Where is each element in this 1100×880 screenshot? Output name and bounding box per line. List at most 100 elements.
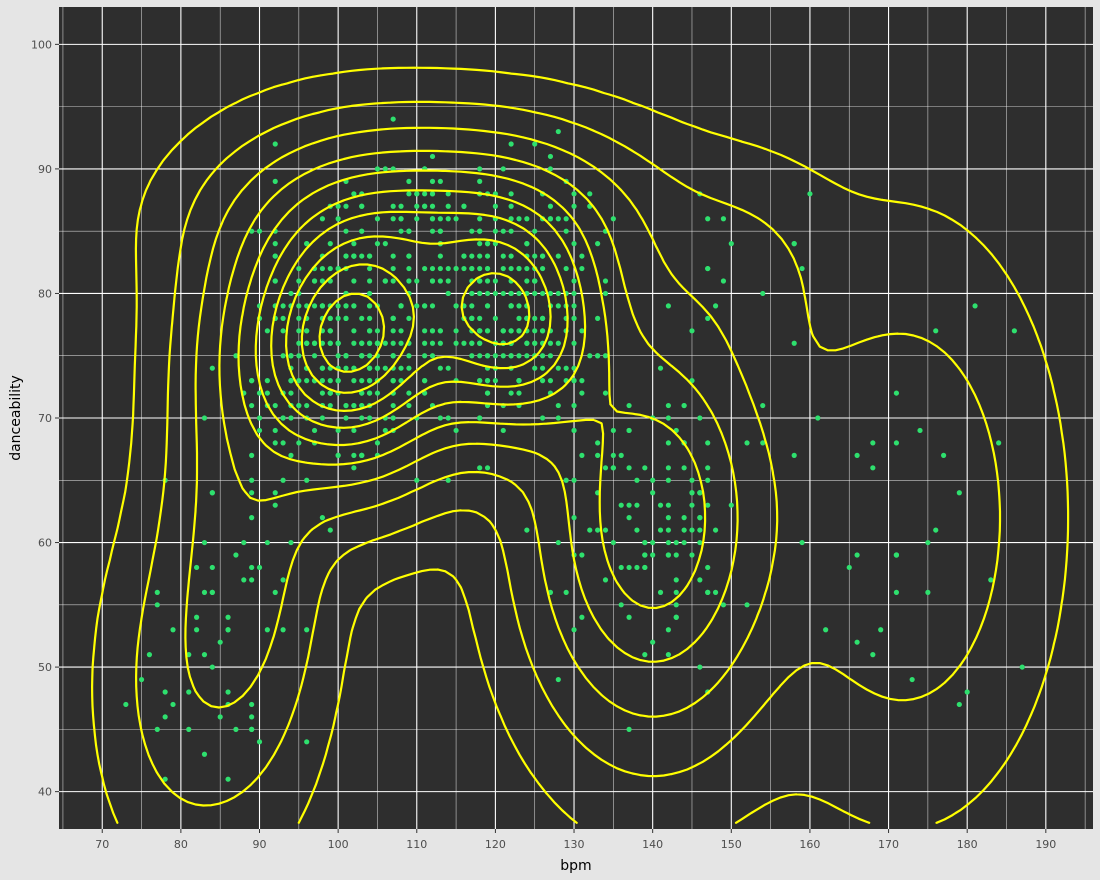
data-point bbox=[461, 340, 467, 346]
data-point bbox=[366, 303, 373, 309]
data-point bbox=[327, 265, 333, 272]
data-point bbox=[634, 564, 640, 571]
data-point bbox=[587, 353, 593, 359]
data-point bbox=[437, 178, 443, 184]
data-point bbox=[138, 676, 145, 683]
data-point bbox=[634, 502, 640, 508]
data-point bbox=[799, 539, 805, 546]
data-point bbox=[555, 539, 561, 546]
data-point bbox=[437, 365, 443, 371]
data-point bbox=[642, 539, 648, 546]
data-point bbox=[492, 353, 499, 359]
data-point bbox=[319, 415, 326, 421]
data-point bbox=[516, 265, 522, 272]
data-point bbox=[256, 427, 263, 434]
data-point bbox=[335, 315, 341, 321]
data-point bbox=[256, 739, 263, 745]
data-point bbox=[492, 228, 499, 234]
data-point bbox=[272, 278, 278, 284]
data-point bbox=[194, 614, 200, 620]
data-point bbox=[996, 440, 1002, 446]
data-point bbox=[791, 340, 797, 346]
data-point bbox=[673, 577, 679, 583]
data-point bbox=[532, 290, 538, 297]
data-point bbox=[288, 415, 294, 421]
data-point bbox=[249, 701, 255, 708]
data-point bbox=[374, 365, 381, 371]
data-point bbox=[602, 353, 609, 359]
data-point bbox=[626, 726, 632, 732]
data-point bbox=[374, 440, 381, 446]
data-point bbox=[304, 402, 310, 409]
data-point bbox=[477, 353, 483, 359]
data-point bbox=[532, 340, 538, 346]
data-point bbox=[343, 402, 349, 409]
data-point bbox=[374, 241, 381, 247]
data-point bbox=[288, 353, 294, 359]
data-point bbox=[249, 490, 255, 496]
data-point bbox=[429, 340, 436, 346]
data-point bbox=[201, 415, 208, 421]
data-point bbox=[194, 627, 200, 633]
data-point bbox=[319, 365, 326, 371]
data-point bbox=[705, 589, 711, 595]
data-point bbox=[445, 477, 451, 483]
data-point bbox=[547, 353, 554, 359]
data-point bbox=[201, 589, 208, 595]
data-point bbox=[964, 689, 970, 695]
data-point bbox=[571, 303, 577, 309]
data-point bbox=[429, 178, 436, 184]
x-tick-label: 120 bbox=[485, 838, 506, 851]
data-point bbox=[571, 427, 577, 434]
data-point bbox=[642, 465, 648, 471]
data-point bbox=[335, 303, 341, 309]
data-point bbox=[359, 253, 365, 259]
data-point bbox=[539, 365, 546, 371]
data-point bbox=[571, 241, 577, 247]
data-point bbox=[123, 701, 129, 708]
data-point bbox=[484, 328, 491, 334]
data-point bbox=[673, 539, 679, 546]
data-point bbox=[272, 440, 278, 446]
data-point bbox=[469, 340, 475, 346]
data-point bbox=[524, 278, 530, 284]
data-point bbox=[500, 228, 506, 234]
data-point bbox=[673, 589, 679, 595]
data-point bbox=[941, 452, 947, 458]
data-point bbox=[508, 141, 514, 147]
data-point bbox=[1019, 664, 1025, 670]
data-point bbox=[406, 228, 412, 234]
data-point bbox=[327, 402, 333, 409]
data-point bbox=[516, 353, 522, 359]
data-point bbox=[453, 427, 459, 434]
data-point bbox=[532, 228, 538, 234]
data-point bbox=[469, 228, 475, 234]
data-point bbox=[547, 203, 554, 209]
data-point bbox=[532, 365, 538, 371]
data-point bbox=[429, 278, 436, 284]
data-point bbox=[500, 290, 506, 297]
y-axis-title: danceability bbox=[8, 375, 24, 461]
data-point bbox=[500, 328, 506, 334]
data-point bbox=[665, 440, 671, 446]
x-tick-label: 170 bbox=[878, 838, 899, 851]
data-point bbox=[791, 241, 797, 247]
data-point bbox=[563, 589, 569, 595]
y-tick-label: 70 bbox=[38, 412, 52, 425]
data-point bbox=[390, 378, 396, 384]
data-point bbox=[422, 340, 428, 346]
data-point bbox=[595, 241, 601, 247]
data-point bbox=[500, 253, 506, 259]
data-point bbox=[516, 290, 522, 297]
data-point bbox=[492, 378, 499, 384]
data-point bbox=[374, 216, 381, 222]
data-point bbox=[870, 465, 876, 471]
data-point bbox=[618, 602, 624, 608]
data-point bbox=[744, 602, 750, 608]
data-point bbox=[539, 378, 546, 384]
data-point bbox=[728, 502, 734, 508]
data-point bbox=[870, 440, 876, 446]
data-point bbox=[500, 265, 506, 272]
x-tick-label: 70 bbox=[95, 838, 109, 851]
data-point bbox=[634, 527, 640, 533]
